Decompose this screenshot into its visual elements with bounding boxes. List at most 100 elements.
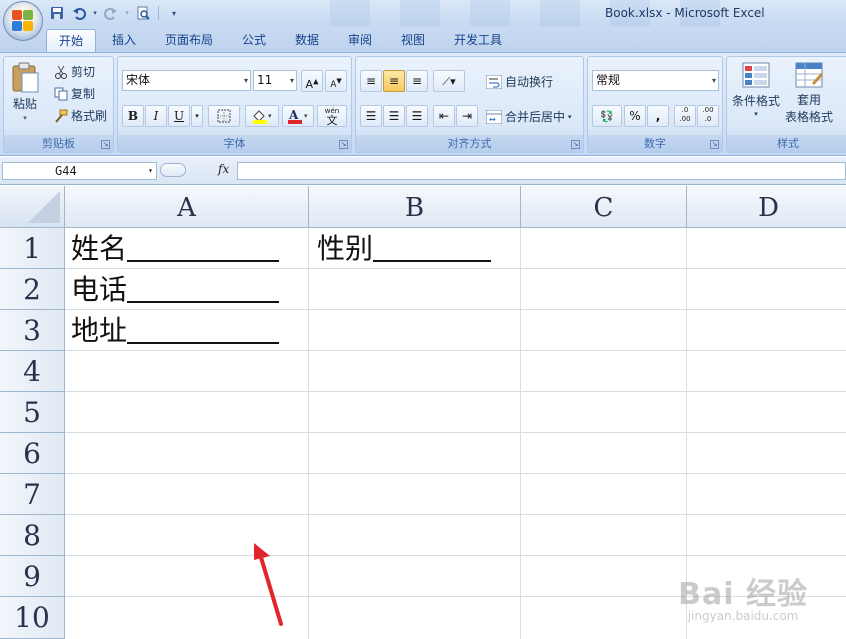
cell-b1[interactable]: 性别	[317, 232, 492, 266]
phonetic-button[interactable]: wén 文	[317, 105, 347, 127]
customize-qat-icon[interactable]: ▾	[165, 4, 183, 22]
shrink-font-button[interactable]: A▼	[325, 70, 347, 92]
tab-data[interactable]: 数据	[283, 29, 331, 52]
italic-button[interactable]: I	[145, 105, 167, 127]
tab-review[interactable]: 审阅	[336, 29, 384, 52]
decrease-indent-button[interactable]: ⇤	[433, 105, 455, 127]
increase-indent-button[interactable]: ⇥	[456, 105, 478, 127]
merge-center-button[interactable]: ↔ 合并后居中 ▾	[486, 108, 572, 125]
tab-developer[interactable]: 开发工具	[442, 29, 514, 52]
align-center-button[interactable]: ☰	[383, 105, 405, 127]
insert-function-button[interactable]: fx	[218, 162, 229, 176]
conditional-format-label: 条件格式	[732, 94, 781, 108]
number-format-dropdown-icon[interactable]: ▾	[712, 71, 716, 90]
select-all-button[interactable]	[0, 186, 65, 228]
row-header-3[interactable]: 3	[0, 310, 65, 351]
undo-dropdown-icon[interactable]: ▾	[92, 4, 98, 22]
decrease-indent-icon: ⇤	[438, 109, 450, 123]
row-header-2[interactable]: 2	[0, 269, 65, 310]
row-header-7[interactable]: 7	[0, 474, 65, 515]
tab-page-layout[interactable]: 页面布局	[153, 29, 225, 52]
formula-input[interactable]	[237, 162, 846, 180]
format-as-table-button[interactable]: 套用 表格格式	[785, 61, 833, 125]
font-launcher-icon[interactable]: ↘	[339, 140, 348, 149]
row-header-8[interactable]: 8	[0, 515, 65, 556]
format-painter-icon	[55, 109, 68, 123]
name-box[interactable]: G44 ▾	[2, 162, 157, 180]
align-top-button[interactable]: ≡	[360, 70, 382, 92]
worksheet-grid: A B C D 1 2 3 4 5 6 7 8 9 10 姓名 性别 电话 地址…	[0, 186, 846, 639]
row-header-5[interactable]: 5	[0, 392, 65, 433]
svg-text:↔: ↔	[489, 115, 496, 124]
merge-dropdown-icon[interactable]: ▾	[568, 113, 572, 121]
save-icon[interactable]	[48, 4, 66, 22]
row-header-6[interactable]: 6	[0, 433, 65, 474]
column-header-d[interactable]: D	[687, 186, 846, 228]
row-header-9[interactable]: 9	[0, 556, 65, 597]
cut-button[interactable]: 剪切	[54, 63, 95, 80]
borders-button[interactable]	[208, 105, 240, 127]
bold-button[interactable]: B	[122, 105, 144, 127]
increase-indent-icon: ⇥	[461, 109, 473, 123]
column-header-a[interactable]: A	[65, 186, 309, 228]
underline-dropdown-icon[interactable]: ▾	[191, 105, 203, 127]
number-launcher-icon[interactable]: ↘	[710, 140, 719, 149]
clipboard-launcher-icon[interactable]: ↘	[101, 140, 110, 149]
svg-text:▾: ▾	[268, 112, 272, 120]
grow-font-button[interactable]: A▲	[301, 70, 323, 92]
formula-bar-resize-handle[interactable]	[160, 163, 186, 177]
align-bottom-button[interactable]: ≡	[406, 70, 428, 92]
tab-formulas[interactable]: 公式	[230, 29, 278, 52]
conditional-format-dropdown-icon[interactable]: ▾	[754, 110, 758, 118]
cell-a3[interactable]: 地址	[71, 314, 280, 348]
name-box-dropdown-icon[interactable]: ▾	[148, 163, 153, 179]
font-size-combo[interactable]: 11 ▾	[253, 70, 297, 91]
copy-button[interactable]: 复制	[54, 85, 95, 102]
number-format-combo[interactable]: 常规 ▾	[592, 70, 719, 91]
font-name-combo[interactable]: 宋体 ▾	[122, 70, 251, 91]
font-color-button[interactable]: A ▾	[282, 105, 314, 127]
align-right-button[interactable]: ☰	[406, 105, 428, 127]
orientation-button[interactable]: ⟋▾	[433, 70, 465, 92]
align-right-icon: ☰	[411, 109, 423, 123]
column-header-b[interactable]: B	[309, 186, 521, 228]
cut-label: 剪切	[71, 65, 96, 79]
redo-dropdown-icon[interactable]: ▾	[124, 4, 130, 22]
align-left-button[interactable]: ☰	[360, 105, 382, 127]
paste-dropdown-icon[interactable]: ▾	[23, 114, 27, 122]
office-button[interactable]	[3, 1, 43, 41]
redo-icon[interactable]	[102, 4, 120, 22]
percent-button[interactable]: %	[624, 105, 646, 127]
print-preview-icon[interactable]	[134, 4, 152, 22]
comma-button[interactable]: ,	[647, 105, 669, 127]
tab-home[interactable]: 开始	[46, 29, 97, 52]
tab-view[interactable]: 视图	[389, 29, 437, 52]
decrease-decimal-button[interactable]: .00 .0	[697, 105, 719, 127]
fill-color-button[interactable]: ▾	[245, 105, 279, 127]
font-name-value: 宋体	[126, 73, 151, 87]
row-header-1[interactable]: 1	[0, 228, 65, 269]
wrap-text-button[interactable]: 自动换行	[486, 73, 553, 90]
align-middle-button[interactable]: ≡	[383, 70, 405, 92]
tab-insert[interactable]: 插入	[100, 29, 148, 52]
underline-button[interactable]: U	[168, 105, 190, 127]
format-painter-button[interactable]: 格式刷	[54, 107, 107, 124]
row-header-4[interactable]: 4	[0, 351, 65, 392]
cell-a1[interactable]: 姓名	[71, 232, 280, 266]
increase-decimal-button[interactable]: .0 .00	[674, 105, 696, 127]
accounting-format-button[interactable]: 💱	[592, 105, 622, 127]
formula-controls: fx	[158, 162, 236, 180]
gridline	[65, 473, 846, 474]
alignment-launcher-icon[interactable]: ↘	[571, 140, 580, 149]
cell-a2[interactable]: 电话	[71, 273, 280, 307]
column-header-c[interactable]: C	[521, 186, 687, 228]
gridline	[308, 228, 309, 639]
undo-icon[interactable]	[70, 4, 88, 22]
conditional-format-button[interactable]: 条件格式 ▾	[732, 61, 780, 118]
fill-color-icon: ▾	[253, 110, 272, 124]
font-size-dropdown-icon[interactable]: ▾	[290, 71, 294, 90]
row-header-10[interactable]: 10	[0, 597, 65, 639]
gridline	[520, 228, 521, 639]
font-name-dropdown-icon[interactable]: ▾	[244, 71, 248, 90]
paste-button[interactable]: 粘贴 ▾	[10, 61, 40, 122]
